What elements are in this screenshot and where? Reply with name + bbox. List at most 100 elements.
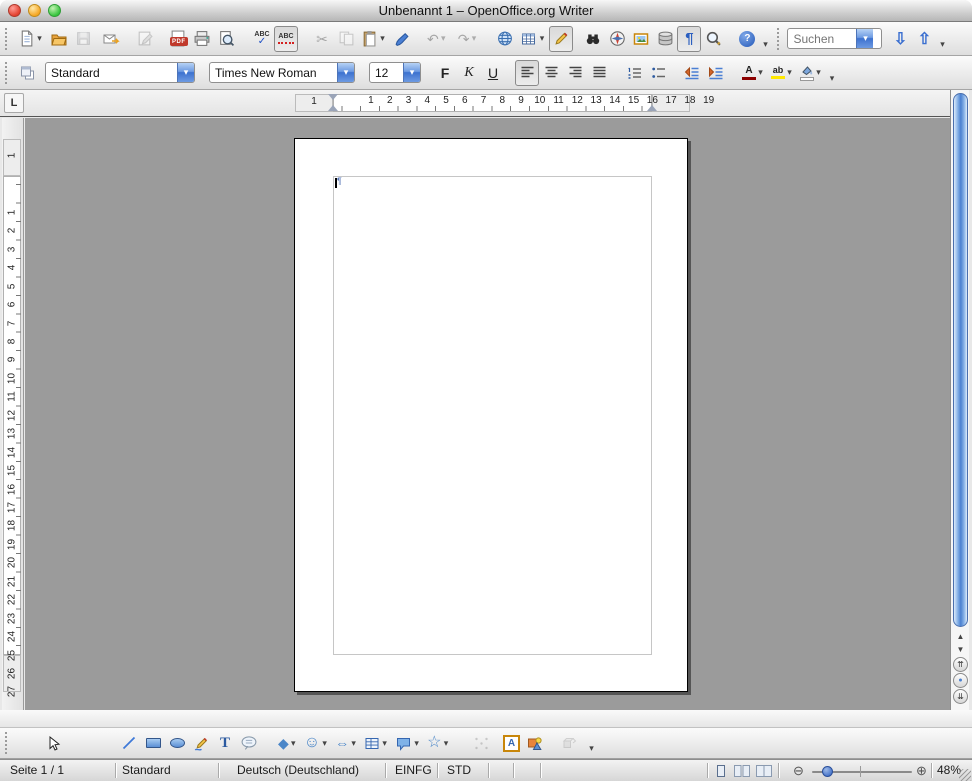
freeform-line-button[interactable]: [189, 730, 213, 756]
spellcheck-button[interactable]: ABC ✓: [250, 26, 274, 52]
bullet-list-button[interactable]: [647, 60, 671, 86]
text-boundary[interactable]: ¶: [333, 176, 652, 655]
basic-shapes-dropdown[interactable]: ▾: [289, 739, 298, 748]
resize-grip[interactable]: [959, 769, 971, 781]
font-size-dropdown[interactable]: ▾: [403, 63, 420, 82]
insert-picture-button[interactable]: [523, 730, 547, 756]
font-name-combo[interactable]: Times New Roman ▾: [209, 62, 355, 83]
status-page-number[interactable]: Seite 1 / 1: [10, 763, 64, 777]
text-box-button[interactable]: T: [213, 730, 237, 756]
status-language[interactable]: Deutsch (Deutschland): [237, 763, 359, 777]
basic-shapes-button[interactable]: ◆ ▾: [275, 730, 301, 756]
increase-indent-button[interactable]: [703, 60, 727, 86]
search-input[interactable]: [788, 32, 856, 46]
callouts-button[interactable]: ▾: [392, 730, 424, 756]
paste-dropdown[interactable]: ▾: [378, 33, 387, 44]
line-button[interactable]: [117, 730, 141, 756]
font-color-dropdown[interactable]: ▾: [756, 67, 765, 78]
page-preview-button[interactable]: [214, 26, 238, 52]
zoom-percentage[interactable]: 48%: [937, 763, 961, 777]
stars-button[interactable]: ☆ ▾: [424, 730, 453, 756]
navigation-button[interactable]: ●: [953, 673, 968, 688]
align-left-button[interactable]: [515, 60, 539, 86]
styles-button[interactable]: [15, 60, 39, 86]
new-document-dropdown[interactable]: ▾: [35, 33, 44, 44]
new-document-button[interactable]: ▾: [15, 26, 47, 52]
navigator-button[interactable]: [605, 26, 629, 52]
scroll-down-button[interactable]: ▼: [951, 643, 970, 656]
font-name-dropdown[interactable]: ▾: [337, 63, 354, 82]
formatting-toolbar-options[interactable]: ▾: [826, 60, 838, 86]
gallery-button[interactable]: [629, 26, 653, 52]
previous-page-button[interactable]: ⇈: [953, 657, 968, 672]
search-dropdown[interactable]: ▾: [856, 29, 873, 48]
paragraph-style-combo[interactable]: Standard ▾: [45, 62, 195, 83]
scroll-up-button[interactable]: ▲: [951, 630, 970, 643]
table-button[interactable]: ▾: [517, 26, 549, 52]
background-color-button[interactable]: ▾: [797, 60, 826, 86]
search-toolbar-grip[interactable]: [777, 28, 781, 50]
select-button[interactable]: [41, 730, 65, 756]
open-button[interactable]: [47, 26, 71, 52]
paste-button[interactable]: ▾: [358, 26, 390, 52]
rectangle-button[interactable]: [141, 730, 165, 756]
fontwork-gallery-button[interactable]: A: [499, 730, 523, 756]
ellipse-button[interactable]: [165, 730, 189, 756]
find-replace-button[interactable]: [581, 26, 605, 52]
left-indent-marker[interactable]: [328, 105, 338, 111]
background-color-dropdown[interactable]: ▾: [814, 67, 823, 78]
status-selection-mode[interactable]: STD: [447, 763, 471, 777]
export-pdf-button[interactable]: PDF: [166, 26, 190, 52]
callout-lines-button[interactable]: [237, 730, 261, 756]
block-arrows-dropdown[interactable]: ▾: [349, 739, 358, 748]
italic-button[interactable]: K: [457, 60, 481, 86]
formatting-toolbar-grip[interactable]: [5, 62, 9, 84]
find-next-button[interactable]: ⇩: [888, 26, 912, 52]
paragraph-style-dropdown[interactable]: ▾: [177, 63, 194, 82]
document-page[interactable]: ¶: [294, 138, 688, 692]
bold-button[interactable]: F: [433, 60, 457, 86]
formatting-marks-button[interactable]: ¶: [677, 26, 701, 52]
data-sources-button[interactable]: [653, 26, 677, 52]
vertical-scrollbar[interactable]: ▲ ▼ ⇈ ● ⇊: [950, 90, 969, 710]
format-paintbrush-button[interactable]: [390, 26, 414, 52]
stars-dropdown[interactable]: ▾: [441, 739, 450, 748]
print-button[interactable]: [190, 26, 214, 52]
view-single-page-button[interactable]: [714, 764, 728, 778]
justify-button[interactable]: [587, 60, 611, 86]
font-size-combo[interactable]: 12 ▾: [369, 62, 421, 83]
view-book-button[interactable]: [755, 764, 773, 778]
zoom-window-button[interactable]: [48, 4, 61, 17]
search-toolbar-options[interactable]: ▾: [936, 26, 948, 52]
drawing-toolbar-grip[interactable]: [5, 732, 9, 754]
status-insert-mode[interactable]: EINFG: [395, 763, 432, 777]
callouts-dropdown[interactable]: ▾: [412, 738, 421, 749]
hyperlink-button[interactable]: [493, 26, 517, 52]
zoom-in-button[interactable]: ⊕: [916, 763, 927, 779]
zoom-slider-thumb[interactable]: [822, 766, 833, 777]
first-line-indent-marker[interactable]: [328, 94, 338, 100]
decrease-indent-button[interactable]: [679, 60, 703, 86]
email-button[interactable]: [99, 26, 124, 52]
vertical-ruler[interactable]: 1 12345678910111213141516171819202122232…: [2, 118, 24, 710]
toolbar-grip[interactable]: [5, 28, 9, 50]
help-button[interactable]: ?: [735, 26, 759, 52]
symbol-shapes-dropdown[interactable]: ▾: [320, 739, 329, 748]
tab-type-selector[interactable]: L: [4, 93, 24, 113]
font-color-button[interactable]: A ▾: [739, 60, 768, 86]
underline-button[interactable]: U: [481, 60, 505, 86]
drawing-toolbar-options[interactable]: ▾: [585, 730, 597, 756]
highlighting-button[interactable]: ab ▾: [768, 60, 797, 86]
show-draw-functions-button[interactable]: [549, 26, 573, 52]
next-page-button[interactable]: ⇊: [953, 689, 968, 704]
numbered-list-button[interactable]: [623, 60, 647, 86]
symbol-shapes-button[interactable]: ☺ ▾: [301, 730, 332, 756]
view-multi-page-button[interactable]: [733, 764, 751, 778]
align-right-button[interactable]: [563, 60, 587, 86]
flowchart-dropdown[interactable]: ▾: [380, 738, 389, 749]
status-page-style[interactable]: Standard: [122, 763, 171, 777]
zoom-out-button[interactable]: ⊖: [793, 763, 804, 779]
zoom-button[interactable]: [701, 26, 725, 52]
horizontal-ruler[interactable]: 1 12345678910111213141516171819: [26, 94, 946, 112]
scrollbar-thumb[interactable]: [953, 93, 968, 627]
